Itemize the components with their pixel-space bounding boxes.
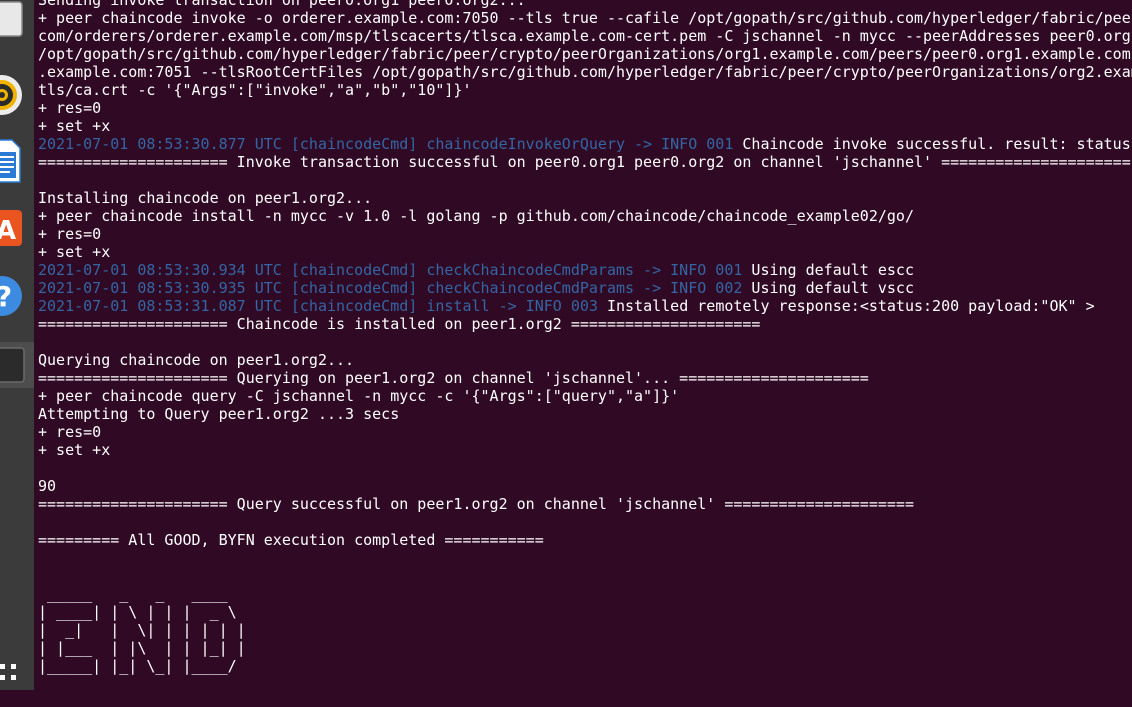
terminal-line: + peer chaincode invoke -o orderer.examp… [38,9,1132,27]
line-text: + peer chaincode invoke -o orderer.examp… [38,9,1132,27]
line-text: Sending invoke transaction on peer0.org1… [38,0,526,9]
line-text: ===================== Querying on peer1.… [38,369,869,387]
line-text: Querying chaincode on peer1.org2... [38,351,355,369]
terminal-icon-graphic [0,347,25,383]
terminal-line: + peer chaincode query -C jschannel -n m… [38,387,1132,405]
line-text: Installing chaincode on peer1.org2... [38,189,373,207]
line-text: Attempting to Query peer1.org2 ...3 secs [38,405,400,423]
terminal-line: Querying chaincode on peer1.org2... [38,351,1132,369]
line-text: Chaincode invoke successful. result: sta… [733,135,1132,153]
line-text: | |___ | |\ | | |_| | [38,639,255,657]
rhythmbox-icon[interactable] [0,72,34,118]
terminal-line: 2021-07-01 08:53:30.935 UTC [chaincodeCm… [38,279,1132,297]
terminal-line: .example.com:7051 --tlsRootCertFiles /op… [38,63,1132,81]
terminal-line: | _| | \| | | | | | [38,621,1132,639]
rhythmbox-icon-graphic [0,75,22,115]
line-text: .example.com:7051 --tlsRootCertFiles /op… [38,63,1132,81]
log-prefix: 2021-07-01 08:53:30.877 UTC [chaincodeCm… [38,135,734,153]
terminal-line: + res=0 [38,99,1132,117]
terminal-line: 2021-07-01 08:53:30.877 UTC [chaincodeCm… [38,135,1132,153]
help-icon[interactable]: ? [0,274,34,320]
terminal-line: |_____| |_| \_| |____/ [38,657,1132,675]
line-text: _____ _ _ ____ [38,585,255,603]
libreoffice-writer-icon-graphic [0,139,21,183]
terminal-line: /opt/gopath/src/github.com/hyperledger/f… [38,45,1132,63]
line-text: tls/ca.crt -c '{"Args":["invoke","a","b"… [38,81,472,99]
terminal-line: tls/ca.crt -c '{"Args":["invoke","a","b"… [38,81,1132,99]
line-text: 90 [38,477,57,495]
terminal-line: + res=0 [38,423,1132,441]
log-prefix: 2021-07-01 08:53:30.934 UTC [chaincodeCm… [38,261,743,279]
line-text: Using default escc [742,261,914,279]
files-icon[interactable] [0,0,34,38]
terminal-line: Attempting to Query peer1.org2 ...3 secs [38,405,1132,423]
terminal-line: | |___ | |\ | | |_| | [38,639,1132,657]
terminal-output[interactable]: Sending invoke transaction on peer0.org1… [38,0,1132,691]
terminal-line: + set +x [38,117,1132,135]
launcher-dock: A ? [0,0,34,690]
terminal-line: + set +x [38,243,1132,261]
ubuntu-software-icon[interactable]: A [0,204,34,250]
line-text: ===================== Query successful o… [38,495,914,513]
line-text: com/orderers/orderer.example.com/msp/tls… [38,27,1132,45]
line-text: Installed remotely response:<status:200 … [597,297,1095,315]
svg-text:A: A [0,216,16,246]
terminal-line: + res=0 [38,225,1132,243]
terminal-line: ===================== Invoke transaction… [38,153,1132,171]
line-text: + set +x [38,243,111,261]
line-text: ========= All GOOD, BYFN execution compl… [38,531,544,549]
terminal-line: | ____| | \ | | | _ \ [38,603,1132,621]
line-text: ===================== Invoke transaction… [38,153,1131,171]
libreoffice-writer-icon[interactable] [0,138,34,184]
log-prefix: 2021-07-01 08:53:31.087 UTC [chaincodeCm… [38,297,598,315]
log-prefix: 2021-07-01 08:53:30.935 UTC [chaincodeCm… [38,279,743,297]
ubuntu-software-icon-graphic: A [0,210,22,246]
line-text: + set +x [38,441,111,459]
line-text: + peer chaincode install -n mycc -v 1.0 … [38,207,914,225]
line-text: |_____| |_| \_| |____/ [38,657,255,675]
terminal-line: _____ _ _ ____ [38,585,1132,603]
line-text: Using default vscc [742,279,914,297]
help-icon-graphic: ? [0,276,22,316]
line-text: + peer chaincode query -C jschannel -n m… [38,387,680,405]
terminal-line: 2021-07-01 08:53:30.934 UTC [chaincodeCm… [38,261,1132,279]
line-text: + res=0 [38,225,102,243]
svg-text:?: ? [0,280,12,313]
line-text: + set +x [38,117,111,135]
terminal-line: ===================== Chaincode is insta… [38,315,1132,333]
terminal-line: ===================== Query successful o… [38,495,1132,513]
terminal-line: 90 [38,477,1132,495]
terminal-line: 2021-07-01 08:53:31.087 UTC [chaincodeCm… [38,297,1132,315]
files-icon-graphic [0,1,23,37]
terminal-line: com/orderers/orderer.example.com/msp/tls… [38,27,1132,45]
show-applications-icon-graphic [0,664,16,680]
line-text: | _| | \| | | | | | [38,621,255,639]
line-text: ===================== Chaincode is insta… [38,315,761,333]
line-text: /opt/gopath/src/github.com/hyperledger/f… [38,45,1131,63]
terminal-icon[interactable] [0,342,34,388]
terminal-line: + set +x [38,441,1132,459]
terminal-line: Sending invoke transaction on peer0.org1… [38,0,1132,9]
line-text: + res=0 [38,99,102,117]
terminal-line: ===================== Querying on peer1.… [38,369,1132,387]
line-text: | ____| | \ | | | _ \ [38,603,255,621]
terminal-line: ========= All GOOD, BYFN execution compl… [38,531,1132,549]
show-applications-icon[interactable] [0,656,34,702]
terminal-line: + peer chaincode install -n mycc -v 1.0 … [38,207,1132,225]
line-text: + res=0 [38,423,102,441]
terminal-line: Installing chaincode on peer1.org2... [38,189,1132,207]
